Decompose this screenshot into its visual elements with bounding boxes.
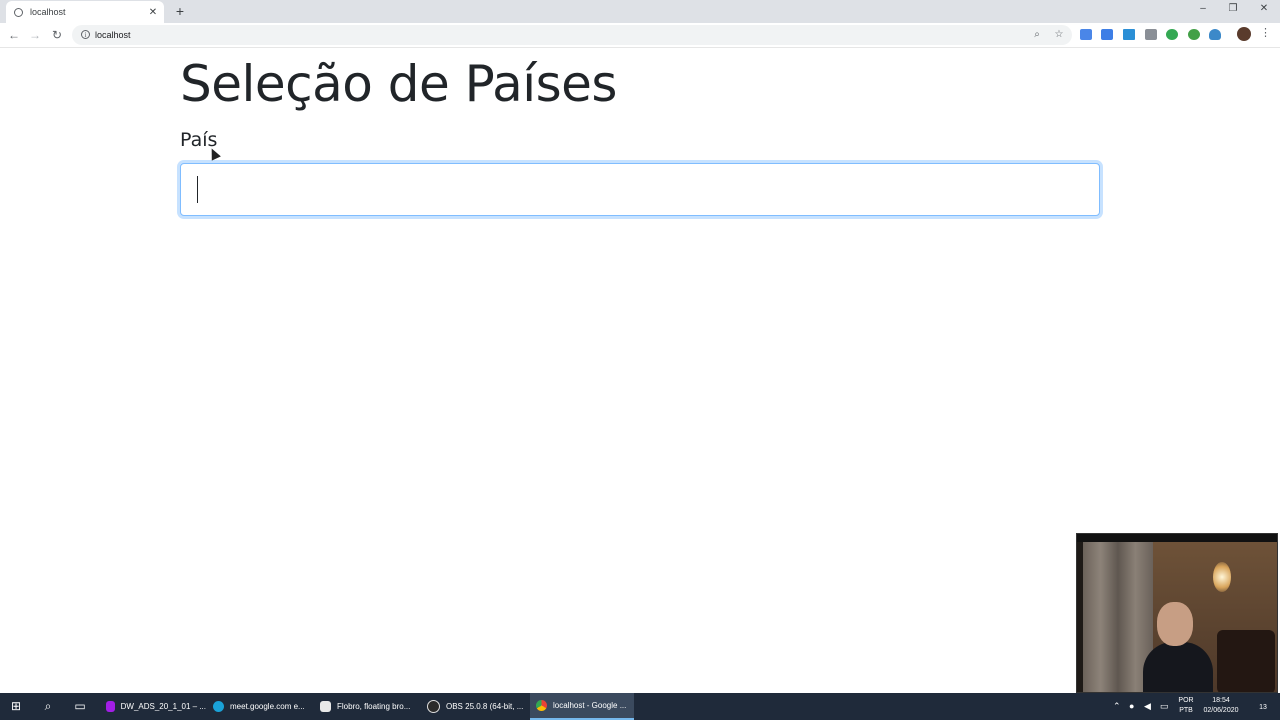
puzzle-extension-icon[interactable] [1145,29,1157,40]
phpstorm-icon [106,701,115,712]
chrome-icon [536,700,547,711]
avatar[interactable] [1237,27,1251,41]
obs-icon [427,700,440,713]
taskbar-app-label: Flobro, floating bro... [337,702,411,711]
edge-icon [213,701,224,712]
cloud-extension-icon[interactable] [1209,29,1221,40]
volume-icon[interactable]: ◀ [1144,699,1151,713]
taskbar-app-label: localhost - Google ... [553,701,627,710]
taskbar-app-obs[interactable]: OBS 25.0.8 (64-bit, ... [421,693,527,720]
taskbar: ⊞ ⌕ ▭ DW_ADS_20_1_01 – ... meet.google.c… [0,693,1280,720]
clock[interactable]: 18:54 02/06/2020 [1200,696,1242,716]
gear-extension-icon[interactable] [1188,29,1200,40]
cast-extension-icon[interactable] [1123,29,1135,40]
notification-count: 13 [1259,704,1267,711]
taskbar-app-phpstorm[interactable]: DW_ADS_20_1_01 – ... [100,693,206,720]
address-bar[interactable]: i localhost ⌕ ☆ [72,25,1072,45]
zoom-icon[interactable]: ⌕ [1030,28,1044,42]
microphone-icon[interactable]: ● [1129,699,1134,713]
network-icon[interactable]: ▭ [1160,699,1169,713]
text-caret [197,176,198,203]
browser-tab[interactable]: localhost ✕ [6,1,164,23]
clock-time: 18:54 [1212,697,1230,704]
url-text[interactable]: localhost [95,28,131,42]
webcam-chair [1217,630,1275,692]
country-input[interactable] [180,163,1100,216]
close-window-icon[interactable]: ✕ [1254,3,1274,14]
notifications-icon[interactable]: 13 [1252,699,1274,715]
mouse-cursor-icon [207,146,221,161]
restore-icon[interactable]: ❐ [1223,3,1243,14]
menu-icon[interactable]: ⋮ [1260,26,1271,40]
webcam-person-head [1157,602,1193,646]
keyboard-layout: PTB [1179,707,1193,714]
taskbar-app-label: DW_ADS_20_1_01 – ... [120,702,206,711]
info-icon[interactable]: i [81,30,90,39]
reload-icon[interactable]: ↻ [49,27,65,43]
search-icon[interactable]: ⌕ [40,699,56,714]
language-code: POR [1178,697,1194,704]
windows-start-icon[interactable]: ⊞ [8,699,24,714]
globe-icon [14,7,23,17]
task-view-icon[interactable]: ▭ [72,699,88,714]
webcam-person-body [1143,642,1213,692]
docs-extension-icon[interactable] [1101,29,1113,40]
bookmark-star-icon[interactable]: ☆ [1052,28,1066,42]
browser-toolbar: ← → ↻ i localhost ⌕ ☆ ⋮ [0,23,1280,48]
input-language[interactable]: POR PTB [1176,696,1196,716]
webcam-lamp [1213,562,1231,592]
webcam-title-bar [1077,534,1277,542]
sync-extension-icon[interactable] [1166,29,1178,40]
chevron-up-icon[interactable]: ⌃ [1113,699,1121,713]
page-title: Seleção de Países [180,55,617,113]
flobro-icon [320,701,331,712]
taskbar-app-label: OBS 25.0.8 (64-bit, ... [446,702,524,711]
taskbar-app-label: meet.google.com e... [230,702,305,711]
new-tab-button[interactable]: + [173,3,187,19]
clock-date: 02/06/2020 [1203,707,1239,714]
tab-strip: localhost ✕ + – ❐ ✕ [0,0,1280,23]
close-tab-icon[interactable]: ✕ [146,7,160,18]
back-icon[interactable]: ← [6,27,22,43]
forward-icon[interactable]: → [27,27,43,43]
taskbar-app-chrome[interactable]: localhost - Google ... [530,693,634,720]
translate-extension-icon[interactable] [1080,29,1092,40]
webcam-overlay [1076,533,1278,693]
taskbar-app-edge[interactable]: meet.google.com e... [207,693,313,720]
minimize-icon[interactable]: – [1193,3,1213,14]
tab-title: localhost [30,7,66,17]
taskbar-app-flobro[interactable]: Flobro, floating bro... [314,693,420,720]
